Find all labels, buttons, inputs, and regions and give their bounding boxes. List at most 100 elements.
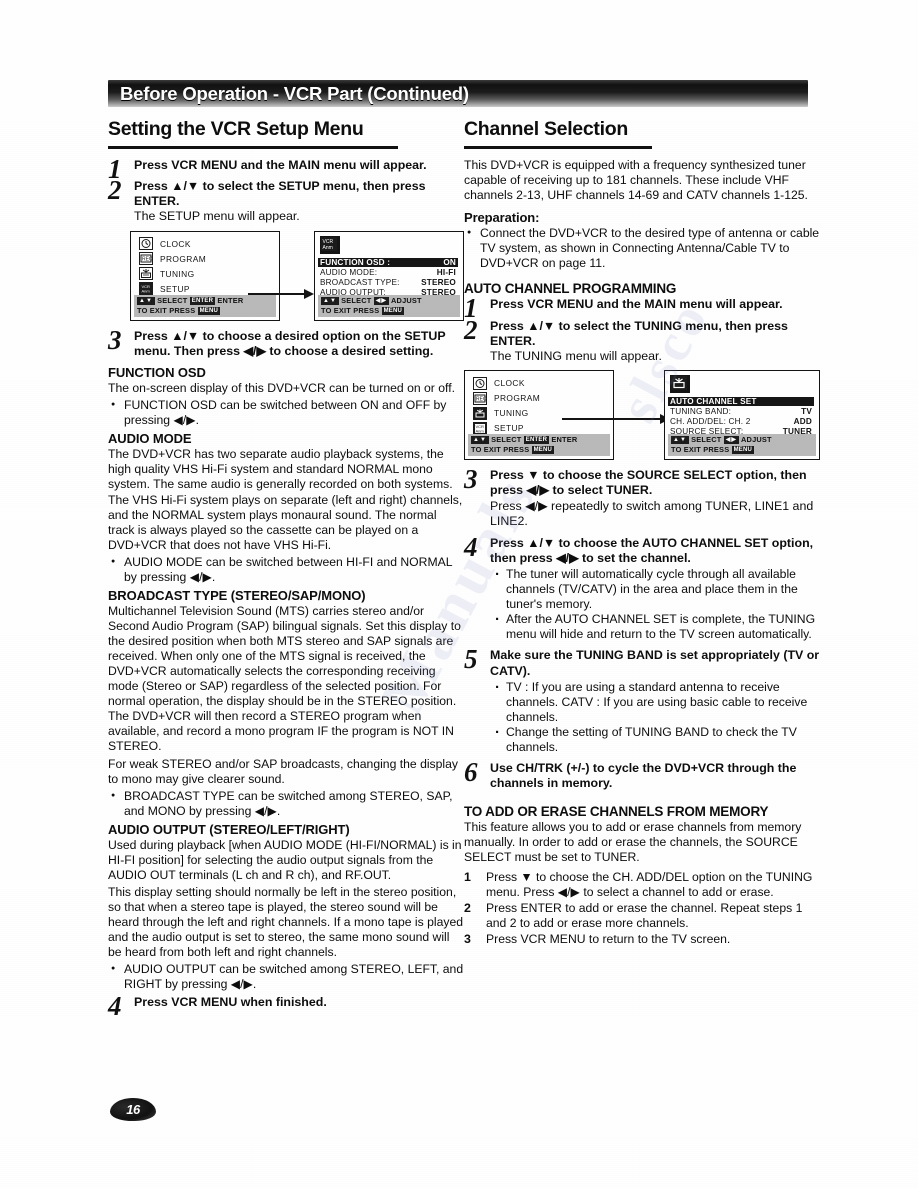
- note-item: The tuner will automatically cycle throu…: [495, 566, 820, 612]
- step-number: 4: [108, 991, 122, 1022]
- bullet-item: AUDIO OUTPUT can be switched among STERE…: [111, 962, 464, 992]
- clock-icon: [139, 237, 153, 251]
- menu-item-program: REC PROGRAM: [139, 252, 279, 266]
- osd-setup-menu: VCR Anm FUNCTION OSD : ON AUDIO MODE: HI-…: [314, 230, 464, 321]
- menu-item-label: SETUP: [494, 423, 524, 434]
- manual-page: Before Operation - VCR Part (Continued) …: [0, 0, 918, 1188]
- step-number: 3: [464, 464, 478, 495]
- menu-item-label: CLOCK: [494, 378, 525, 389]
- audio-mode-bullets: AUDIO MODE can be switched between HI-FI…: [108, 555, 464, 585]
- step-subtext: The TUNING menu will appear.: [490, 348, 662, 363]
- setup-icon: VCR Anm: [320, 235, 340, 254]
- menu-item-clock: CLOCK: [139, 237, 279, 251]
- step-2: 2 Press ▲/▼ to select the SETUP menu, th…: [108, 175, 464, 225]
- note-item: After the AUTO CHANNEL SET is complete, …: [495, 611, 820, 642]
- step-text: Press ▲/▼ to select the TUNING menu, the…: [490, 318, 788, 348]
- svg-text:Anm: Anm: [476, 428, 485, 433]
- step-3: 3 Press ▼ to choose the SOURCE SELECT op…: [464, 464, 820, 529]
- osd-row-label: BROADCAST TYPE:: [320, 277, 400, 287]
- tuning-menu-diagram: CLOCK REC PROGRAM TUNING VCR Anm SETUP ▲…: [464, 370, 820, 462]
- page-title: Before Operation - VCR Part (Continued): [120, 82, 469, 104]
- step-number: 3: [464, 932, 471, 947]
- osd-footer-exit: TO EXIT PRESS: [321, 305, 380, 315]
- menu-key-icon: MENU: [197, 306, 221, 315]
- step-text: Make sure the TUNING BAND is set appropr…: [490, 648, 820, 678]
- add-erase-title: TO ADD OR ERASE CHANNELS FROM MEMORY: [464, 803, 769, 819]
- add-erase-steps: 1 Press ▼ to choose the CH. ADD/DEL opti…: [464, 870, 820, 948]
- tuning-icon: [473, 406, 487, 420]
- numbered-step: 2 Press ENTER to add or erase the channe…: [464, 901, 820, 931]
- menu-key-icon: MENU: [381, 306, 405, 315]
- broadcast-type-bullets: BROADCAST TYPE can be switched among STE…: [108, 789, 464, 819]
- section-heading-channel-selection: Channel Selection: [464, 118, 628, 140]
- heading-underline: [108, 146, 398, 149]
- osd-row-value: ADD: [793, 417, 812, 427]
- step-1: 1 Press VCR MENU and the MAIN menu will …: [108, 156, 464, 183]
- numbered-step: 1 Press ▼ to choose the CH. ADD/DEL opti…: [464, 870, 820, 900]
- tuning-icon: [139, 267, 153, 281]
- osd-footer-select: SELECT: [491, 435, 522, 445]
- svg-text:REC: REC: [142, 257, 152, 263]
- menu-item-label: TUNING: [160, 268, 195, 279]
- step-number: 6: [464, 757, 478, 788]
- subsection-audio-mode-title: AUDIO MODE: [108, 431, 192, 447]
- step-text: Press ENTER to add or erase the channel.…: [486, 900, 803, 931]
- menu-item-label: SETUP: [160, 283, 190, 294]
- step-subtext: Press ◀/▶ repeatedly to switch among TUN…: [490, 498, 814, 529]
- osd-row-label: CH. ADD/DEL: CH. 2: [670, 417, 751, 427]
- osd-row-value: ON: [443, 257, 456, 267]
- clock-icon: [473, 376, 487, 390]
- channel-selection-intro: This DVD+VCR is equipped with a frequenc…: [464, 158, 808, 203]
- subsection-broadcast-type-body2: For weak STEREO and/or SAP broadcasts, c…: [108, 756, 459, 786]
- menu-item-label: CLOCK: [160, 238, 191, 249]
- osd-footer-select: SELECT: [157, 295, 188, 305]
- subsection-broadcast-type-body1: Multichannel Television Sound (MTS) carr…: [108, 603, 461, 754]
- osd-footer-enter: ENTER: [551, 435, 578, 445]
- step-number: 3: [108, 324, 122, 355]
- preparation-bullets: Connect the DVD+VCR to the desired type …: [464, 226, 820, 271]
- osd-footer-select: SELECT: [341, 295, 372, 305]
- step-text: Use CH/TRK (+/-) to cycle the DVD+VCR th…: [490, 761, 797, 791]
- step-number: 4: [464, 531, 478, 562]
- enter-key-icon: ENTER: [189, 296, 216, 305]
- osd-row-label: AUTO CHANNEL SET: [670, 397, 757, 407]
- osd-row-label: TUNING BAND:: [670, 407, 732, 417]
- diagram-arrow: [562, 414, 674, 425]
- menu-item-program: REC PROGRAM: [473, 391, 613, 405]
- step-number: 2: [108, 175, 122, 206]
- subsection-audio-output-body1: Used during playback [when AUDIO MODE (H…: [108, 837, 462, 882]
- step-4: 4 Press ▲/▼ to choose the AUTO CHANNEL S…: [464, 531, 820, 643]
- page-number: 16: [126, 1102, 140, 1117]
- program-rec-icon: REC: [139, 252, 153, 266]
- step-5-notes: TV : If you are using a standard antenna…: [490, 679, 820, 756]
- right-column: Channel Selection This DVD+VCR is equipp…: [464, 118, 820, 948]
- audio-output-bullets: AUDIO OUTPUT can be switched among STERE…: [108, 962, 464, 992]
- auto-channel-programming-title: AUTO CHANNEL PROGRAMMING: [464, 281, 677, 297]
- osd-footer-exit: TO EXIT PRESS: [471, 445, 530, 455]
- menu-item-label: PROGRAM: [160, 253, 207, 264]
- step-text: Press VCR MENU and the MAIN menu will ap…: [134, 158, 427, 172]
- step-text: Press ▲/▼ to choose the AUTO CHANNEL SET…: [490, 535, 814, 565]
- step-5: 5 Make sure the TUNING BAND is set appro…: [464, 646, 820, 756]
- updown-key-icon: ▲▼: [137, 296, 155, 305]
- osd-footer-exit: TO EXIT PRESS: [137, 305, 196, 315]
- osd-row-auto-channel-set: AUTO CHANNEL SET: [668, 397, 814, 407]
- subsection-function-osd-body: The on-screen display of this DVD+VCR ca…: [108, 381, 455, 396]
- menu-item-label: PROGRAM: [494, 393, 541, 404]
- updown-key-icon: ▲▼: [671, 436, 689, 445]
- osd-row-function-osd: FUNCTION OSD : ON: [318, 257, 458, 267]
- step-text: Press ▲/▼ to choose a desired option on …: [134, 328, 446, 358]
- step-text: Press VCR MENU and the MAIN menu will ap…: [490, 297, 783, 312]
- note-item: Change the setting of TUNING BAND to che…: [495, 724, 820, 755]
- page-header-banner: Before Operation - VCR Part (Continued): [108, 80, 808, 107]
- osd-row-broadcast-type: BROADCAST TYPE: STEREO: [320, 278, 456, 287]
- updown-key-icon: ▲▼: [321, 296, 339, 305]
- page-number-badge: 16: [110, 1098, 156, 1121]
- setup-icon: VCR Anm: [473, 421, 487, 435]
- step-text: Press VCR MENU to return to the TV scree…: [486, 932, 731, 947]
- diagram-arrow: [248, 288, 318, 299]
- osd-footer: ▲▼ SELECT ◀▶ ADJUST TO EXIT PRESS MENU: [318, 294, 460, 317]
- program-rec-icon: REC: [473, 391, 487, 405]
- step-2: 2 Press ▲/▼ to select the TUNING menu, t…: [464, 316, 820, 365]
- osd-footer-adjust: ADJUST: [391, 295, 422, 305]
